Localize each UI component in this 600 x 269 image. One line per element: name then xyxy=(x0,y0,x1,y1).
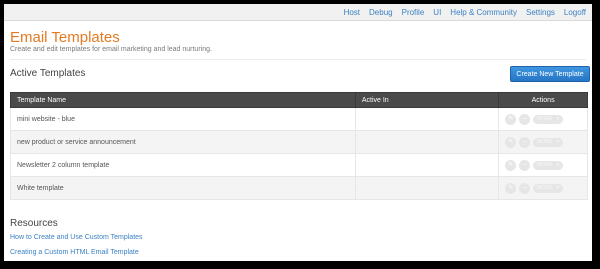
chevron-down-icon: ▾ xyxy=(556,116,560,122)
top-nav: Host Debug Profile UI Help & Community S… xyxy=(4,4,592,21)
template-name-cell[interactable]: new product or service announcement xyxy=(10,130,356,154)
table-row: new product or service announcement ✎ – … xyxy=(10,130,588,154)
active-templates-heading: Active Templates xyxy=(10,68,86,79)
edit-icon[interactable]: ✎ xyxy=(505,136,517,148)
actions-cell: ✎ – MORE ▾ xyxy=(498,153,588,177)
more-button[interactable]: MORE ▾ xyxy=(533,137,564,147)
table-header-row: Template Name Active In Actions xyxy=(10,92,588,108)
nav-debug[interactable]: Debug xyxy=(369,8,393,17)
active-in-cell xyxy=(354,153,500,177)
nav-help-community[interactable]: Help & Community xyxy=(450,8,517,17)
page-title: Email Templates xyxy=(10,29,120,46)
divider xyxy=(10,59,586,60)
remove-icon[interactable]: – xyxy=(519,136,531,148)
edit-icon[interactable]: ✎ xyxy=(505,113,517,125)
active-in-cell xyxy=(354,130,500,154)
template-name-cell[interactable]: White template xyxy=(10,176,356,200)
chevron-down-icon: ▾ xyxy=(556,139,560,145)
active-in-cell xyxy=(354,176,500,200)
resources-heading: Resources xyxy=(10,218,58,229)
nav-profile[interactable]: Profile xyxy=(402,8,425,17)
table-row: White template ✎ – MORE ▾ xyxy=(10,176,588,200)
header-active-in: Active In xyxy=(354,92,500,108)
remove-icon[interactable]: – xyxy=(519,159,531,171)
page-subtitle: Create and edit templates for email mark… xyxy=(10,46,212,53)
more-button[interactable]: MORE ▾ xyxy=(533,114,564,124)
template-name-cell[interactable]: mini website - blue xyxy=(10,107,356,131)
create-new-template-button[interactable]: Create New Template xyxy=(510,66,590,82)
more-button[interactable]: MORE ▾ xyxy=(533,183,564,193)
table-row: mini website - blue ✎ – MORE ▾ xyxy=(10,107,588,131)
remove-icon[interactable]: – xyxy=(519,182,531,194)
template-name-cell[interactable]: Newsletter 2 column template xyxy=(10,153,356,177)
remove-icon[interactable]: – xyxy=(519,113,531,125)
active-in-cell xyxy=(354,107,500,131)
chevron-down-icon: ▾ xyxy=(556,185,560,191)
header-actions: Actions xyxy=(498,92,588,108)
actions-cell: ✎ – MORE ▾ xyxy=(498,130,588,154)
table-row: Newsletter 2 column template ✎ – MORE ▾ xyxy=(10,153,588,177)
edit-icon[interactable]: ✎ xyxy=(505,159,517,171)
edit-icon[interactable]: ✎ xyxy=(505,182,517,194)
nav-ui[interactable]: UI xyxy=(433,8,441,17)
actions-cell: ✎ – MORE ▾ xyxy=(498,107,588,131)
actions-cell: ✎ – MORE ▾ xyxy=(498,176,588,200)
header-template-name: Template Name xyxy=(10,92,356,108)
nav-host[interactable]: Host xyxy=(344,8,360,17)
chevron-down-icon: ▾ xyxy=(556,162,560,168)
resource-link-html-template[interactable]: Creating a Custom HTML Email Template xyxy=(10,249,139,256)
nav-logoff[interactable]: Logoff xyxy=(564,8,586,17)
nav-settings[interactable]: Settings xyxy=(526,8,555,17)
resource-link-custom-templates[interactable]: How to Create and Use Custom Templates xyxy=(10,234,143,241)
app-window: Host Debug Profile UI Help & Community S… xyxy=(4,4,592,261)
more-button[interactable]: MORE ▾ xyxy=(533,160,564,170)
templates-table: Template Name Active In Actions mini web… xyxy=(10,92,588,200)
